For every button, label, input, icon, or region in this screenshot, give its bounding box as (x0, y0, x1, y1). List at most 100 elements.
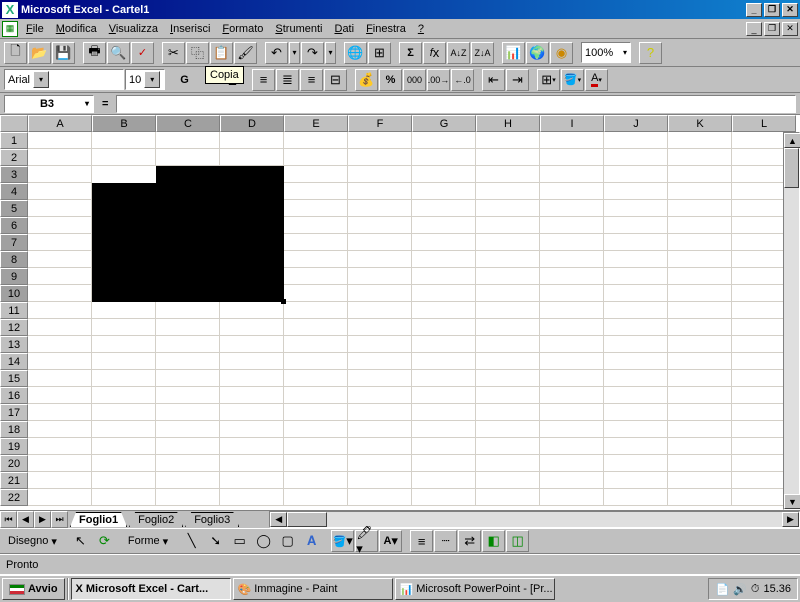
col-header[interactable]: J (604, 115, 668, 132)
horizontal-scrollbar[interactable]: ◀▶ (269, 511, 800, 528)
menu-strumenti[interactable]: Strumenti (269, 21, 328, 37)
cells-area[interactable] (28, 132, 800, 510)
save-button[interactable]: 💾 (52, 42, 75, 64)
row-header[interactable]: 12 (0, 319, 28, 336)
taskbar-button[interactable]: 🎨Immagine - Paint (233, 578, 393, 600)
doc-restore-button[interactable]: ❐ (764, 22, 780, 36)
row-header[interactable]: 17 (0, 404, 28, 421)
cut-button[interactable]: ✂ (162, 42, 185, 64)
drawing-menu[interactable]: Disegno ▾ (4, 533, 61, 550)
col-header[interactable]: F (348, 115, 412, 132)
font-color-button[interactable]: A▾ (585, 69, 608, 91)
arrow-style-button[interactable]: ⇄ (458, 530, 481, 552)
row-header[interactable]: 20 (0, 455, 28, 472)
font-size-combo[interactable]: 10▾ (125, 69, 165, 90)
minimize-button[interactable]: _ (746, 3, 762, 17)
borders-button[interactable]: ⊞▾ (537, 69, 560, 91)
copy-button[interactable]: ⿻ (186, 42, 209, 64)
percent-button[interactable]: % (379, 69, 402, 91)
tab-last-button[interactable]: ⏭ (51, 511, 68, 528)
row-header[interactable]: 14 (0, 353, 28, 370)
col-header[interactable]: G (412, 115, 476, 132)
rectangle-button[interactable]: ▭ (228, 530, 251, 552)
menu-file[interactable]: File (20, 21, 50, 37)
system-tray[interactable]: 📄 🔊 ⏱ 15.36 (708, 578, 798, 600)
tab-next-button[interactable]: ▶ (34, 511, 51, 528)
select-objects-button[interactable]: ↖ (69, 530, 92, 552)
row-header[interactable]: 18 (0, 421, 28, 438)
row-header[interactable]: 10 (0, 285, 28, 302)
align-right-button[interactable]: ≡ (300, 69, 323, 91)
name-box[interactable]: B3▾ (4, 95, 94, 113)
fill-color-button[interactable]: 🪣▾ (561, 69, 584, 91)
help-button[interactable]: ? (639, 42, 662, 64)
row-header[interactable]: 11 (0, 302, 28, 319)
col-header[interactable]: D (220, 115, 284, 132)
close-button[interactable]: ✕ (782, 3, 798, 17)
row-header[interactable]: 1 (0, 132, 28, 149)
shadow-button[interactable]: ◧ (482, 530, 505, 552)
menu-modifica[interactable]: Modifica (50, 21, 103, 37)
doc-close-button[interactable]: ✕ (782, 22, 798, 36)
sort-asc-button[interactable]: A↓Z (447, 42, 470, 64)
autoshapes-menu[interactable]: Forme ▾ (124, 533, 172, 550)
undo-button[interactable]: ↶ (265, 42, 288, 64)
menu-dati[interactable]: Dati (328, 21, 360, 37)
taskbar-button[interactable]: XMicrosoft Excel - Cart... (71, 578, 231, 600)
row-header[interactable]: 3 (0, 166, 28, 183)
fill-handle[interactable] (281, 299, 286, 304)
align-center-button[interactable]: ≣ (276, 69, 299, 91)
decrease-indent-button[interactable]: ⇤ (482, 69, 505, 91)
hyperlink-button[interactable]: 🌐 (344, 42, 367, 64)
line-style-button[interactable]: ≡ (410, 530, 433, 552)
fill-color-draw-button[interactable]: 🪣▾ (331, 530, 354, 552)
volume-icon[interactable]: 🔊 (733, 583, 747, 596)
row-header[interactable]: 22 (0, 489, 28, 506)
menu-visualizza[interactable]: Visualizza (103, 21, 164, 37)
col-header[interactable]: I (540, 115, 604, 132)
formula-input[interactable] (116, 95, 796, 113)
autosum-button[interactable]: Σ (399, 42, 422, 64)
row-header[interactable]: 8 (0, 251, 28, 268)
print-button[interactable]: 🖶 (83, 42, 106, 64)
increase-decimal-button[interactable]: .00→ (427, 69, 450, 91)
doc-minimize-button[interactable]: _ (746, 22, 762, 36)
increase-indent-button[interactable]: ⇥ (506, 69, 529, 91)
select-all-corner[interactable] (0, 115, 28, 132)
wordart-button[interactable]: 𝐀 (300, 530, 323, 552)
tab-first-button[interactable]: ⏮ (0, 511, 17, 528)
3d-button[interactable]: ◫ (506, 530, 529, 552)
oval-button[interactable]: ◯ (252, 530, 275, 552)
currency-button[interactable]: 💰 (355, 69, 378, 91)
tab-prev-button[interactable]: ◀ (17, 511, 34, 528)
col-header[interactable]: H (476, 115, 540, 132)
row-header[interactable]: 9 (0, 268, 28, 285)
format-painter-button[interactable]: 🖌 (234, 42, 257, 64)
dash-style-button[interactable]: ┈ (434, 530, 457, 552)
row-header[interactable]: 5 (0, 200, 28, 217)
bold-button[interactable]: G (173, 69, 196, 91)
tray-icon[interactable]: ⏱ (751, 583, 760, 596)
comma-button[interactable]: 000 (403, 69, 426, 91)
row-header[interactable]: 21 (0, 472, 28, 489)
zoom-combo[interactable]: 100%▾ (581, 42, 631, 63)
menu-finestra[interactable]: Finestra (360, 21, 412, 37)
line-button[interactable]: ╲ (180, 530, 203, 552)
row-header[interactable]: 7 (0, 234, 28, 251)
start-button[interactable]: Avvio (2, 578, 65, 600)
rotate-button[interactable]: ⟳ (93, 530, 116, 552)
font-name-combo[interactable]: Arial▾ (4, 69, 124, 90)
col-header[interactable]: B (92, 115, 156, 132)
web-toolbar-button[interactable]: ⊞ (368, 42, 391, 64)
sort-desc-button[interactable]: Z↓A (471, 42, 494, 64)
font-color-draw-button[interactable]: A▾ (379, 530, 402, 552)
sheet-tab[interactable]: Foglio3 (185, 512, 239, 527)
col-header[interactable]: L (732, 115, 796, 132)
line-color-button[interactable]: 🖊▾ (355, 530, 378, 552)
row-header[interactable]: 6 (0, 217, 28, 234)
textbox-button[interactable]: ▢ (276, 530, 299, 552)
redo-dropdown[interactable]: ▾ (325, 42, 336, 64)
row-header[interactable]: 4 (0, 183, 28, 200)
sheet-tab-active[interactable]: Foglio1 (70, 512, 127, 527)
col-header[interactable]: A (28, 115, 92, 132)
